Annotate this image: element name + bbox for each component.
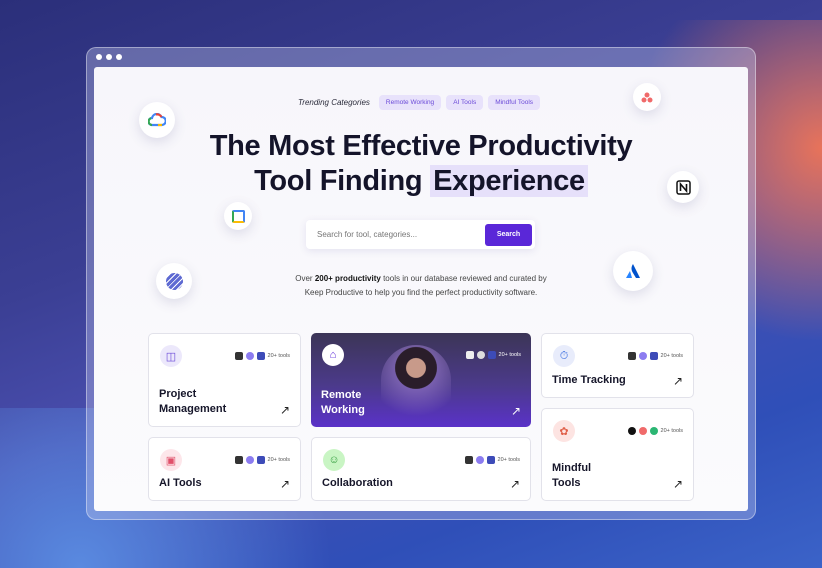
- card-title: Collaboration: [322, 477, 393, 489]
- app-icon: [638, 427, 647, 435]
- desc-bold: 200+ productivity: [314, 274, 381, 283]
- chip-mindful-tools[interactable]: Mindful Tools: [488, 95, 541, 110]
- card-collaboration[interactable]: ☺ 20+ tools Collaboration ↗: [311, 437, 531, 501]
- brain-icon: ✿: [553, 420, 575, 442]
- tool-count: 20+ tools: [234, 352, 290, 360]
- app-icon: [486, 456, 495, 464]
- dot[interactable]: [116, 54, 122, 60]
- app-icon: [487, 351, 496, 359]
- notion-icon: [465, 351, 474, 359]
- atlassian-icon: [613, 251, 653, 291]
- app-icon: [627, 427, 636, 435]
- chip-remote-working[interactable]: Remote Working: [378, 95, 442, 110]
- stopwatch-icon: ⏱: [553, 345, 575, 367]
- tool-count: 20+ tools: [627, 427, 683, 435]
- arrow-up-right-icon[interactable]: ↗: [511, 404, 521, 418]
- tool-count-text: 20+ tools: [660, 428, 683, 434]
- search-bar: Search: [306, 220, 535, 249]
- hero-line2: Tool Finding: [254, 165, 423, 197]
- google-calendar-icon: [224, 202, 252, 230]
- tool-count: 20+ tools: [627, 352, 683, 360]
- app-icon: [256, 352, 265, 360]
- card-ai-tools[interactable]: ▣ 20+ tools AI Tools ↗: [148, 437, 301, 501]
- card-title: Mindful Tools: [552, 462, 592, 489]
- card-project-management[interactable]: ◫ 20+ tools Project Management ↗: [148, 333, 301, 427]
- tool-count-text: 20+ tools: [267, 353, 290, 359]
- search-button[interactable]: Search: [485, 223, 532, 246]
- dot[interactable]: [106, 54, 112, 60]
- tool-count-text: 20+ tools: [267, 457, 290, 463]
- notion-icon: [464, 456, 473, 464]
- card-remote-working[interactable]: ⌂ 20+ tools Remote Working ↗: [311, 333, 531, 427]
- notion-icon: [234, 456, 243, 464]
- gear-icon: [638, 352, 647, 360]
- app-icon: [649, 427, 658, 435]
- card-mindful-tools[interactable]: ✿ 20+ tools Mindful Tools ↗: [541, 408, 694, 501]
- gear-icon: [245, 456, 254, 464]
- desc-text: Over: [295, 274, 313, 283]
- tool-count: 20+ tools: [464, 456, 520, 464]
- search-input[interactable]: [317, 230, 485, 239]
- hero-highlight: Experience: [430, 165, 588, 197]
- notion-icon: [627, 352, 636, 360]
- card-title: Time Tracking: [552, 374, 626, 386]
- asana-icon: [633, 83, 661, 111]
- linear-icon: [156, 263, 192, 299]
- gear-icon: [476, 351, 485, 359]
- window-controls: [96, 54, 122, 60]
- trending-categories: Trending Categories Remote Working AI To…: [298, 95, 541, 110]
- person-photo: [381, 345, 451, 427]
- arrow-up-right-icon[interactable]: ↗: [673, 477, 683, 491]
- hero-title: The Most Effective Productivity Tool Find…: [94, 129, 748, 199]
- tool-count: 20+ tools: [465, 351, 521, 359]
- gear-icon: [245, 352, 254, 360]
- arrow-up-right-icon[interactable]: ↗: [510, 477, 520, 491]
- notion-icon: [667, 171, 699, 203]
- card-title: Remote Working: [321, 389, 365, 416]
- google-cloud-icon: [139, 102, 175, 138]
- home-icon: ⌂: [322, 344, 344, 366]
- chip-ai-tools[interactable]: AI Tools: [446, 95, 484, 110]
- tool-count-text: 20+ tools: [660, 353, 683, 359]
- app-icon: [256, 456, 265, 464]
- trending-label: Trending Categories: [298, 98, 370, 107]
- desc-line2: Keep Productive to help you find the per…: [304, 288, 538, 297]
- gear-icon: [475, 456, 484, 464]
- dot[interactable]: [96, 54, 102, 60]
- card-time-tracking[interactable]: ⏱ 20+ tools Time Tracking ↗: [541, 333, 694, 398]
- arrow-up-right-icon[interactable]: ↗: [673, 374, 683, 388]
- robot-icon: ▣: [160, 449, 182, 471]
- arrow-up-right-icon[interactable]: ↗: [280, 403, 290, 417]
- tool-count-text: 20+ tools: [498, 352, 521, 358]
- notion-icon: [234, 352, 243, 360]
- page: Trending Categories Remote Working AI To…: [94, 67, 748, 511]
- card-title: Project Management: [159, 388, 227, 415]
- desc-text: tools in our database reviewed and curat…: [383, 274, 547, 283]
- clipboard-icon: ◫: [160, 345, 182, 367]
- card-title: AI Tools: [159, 477, 202, 489]
- tool-count: 20+ tools: [234, 456, 290, 464]
- arrow-up-right-icon[interactable]: ↗: [280, 477, 290, 491]
- app-icon: [649, 352, 658, 360]
- hero-line1: The Most Effective Productivity: [209, 130, 633, 162]
- team-icon: ☺: [323, 449, 345, 471]
- tool-count-text: 20+ tools: [497, 457, 520, 463]
